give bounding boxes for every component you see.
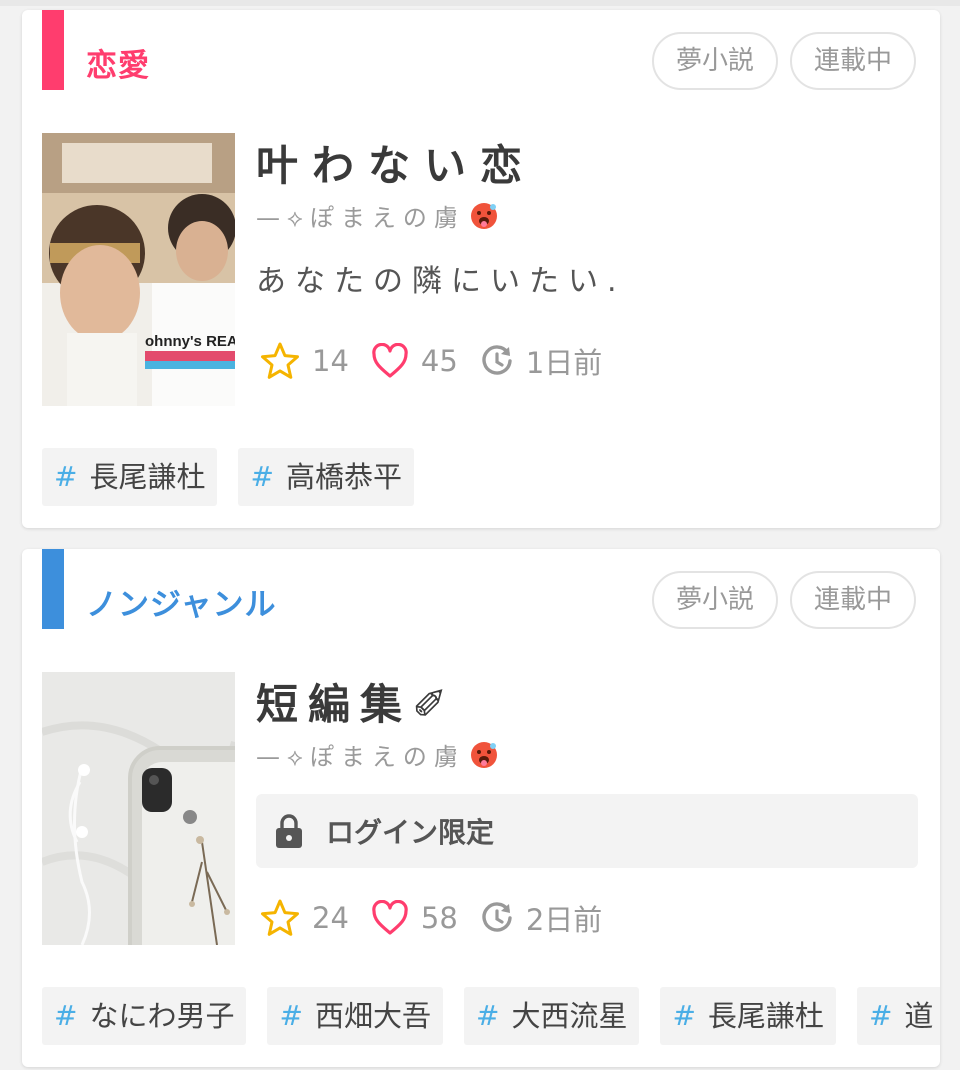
clock-icon (482, 345, 512, 375)
tag-chip[interactable]: # 長尾謙杜 (660, 987, 836, 1045)
genre-accent-bar (42, 549, 64, 629)
tag-chip[interactable]: # 西畑大吾 (267, 987, 443, 1045)
tag-label: 長尾謙杜 (89, 460, 206, 494)
tag-chip[interactable]: # なにわ男子 (42, 987, 247, 1045)
heart-icon (372, 900, 408, 935)
hash-icon: # (672, 999, 696, 1032)
updated-time: 1日前 (525, 346, 603, 380)
tag-chip[interactable]: # 大西流星 (463, 987, 640, 1045)
hash-icon: # (250, 460, 274, 493)
tag-label: 大西流星 (511, 999, 628, 1033)
updated-stat: 1日前 (480, 340, 602, 382)
story-thumbnail[interactable]: ohnny's REAM (42, 133, 235, 406)
hash-icon: # (475, 999, 500, 1032)
hash-icon: # (54, 460, 78, 493)
story-title[interactable]: 短編集✐ (256, 671, 457, 732)
dream-novel-badge[interactable]: 夢小説 (652, 571, 779, 629)
stars-stat[interactable]: 14 (260, 341, 349, 381)
tag-chip[interactable]: # 道 (856, 987, 940, 1045)
likes-count: 58 (420, 901, 458, 935)
lock-icon (276, 814, 302, 848)
stars-stat[interactable]: 24 (260, 898, 349, 938)
story-title[interactable]: 叶わない恋 (256, 132, 536, 193)
author-label: —⟡ぽまえの虜 (256, 204, 465, 232)
author-name[interactable]: —⟡ぽまえの虜 (256, 198, 499, 233)
serial-status-badge[interactable]: 連載中 (790, 32, 917, 90)
author-name[interactable]: —⟡ぽまえの虜 (256, 737, 499, 772)
tag-label: なにわ男子 (89, 999, 235, 1033)
svg-text:ohnny's REAM: ohnny's REAM (145, 333, 235, 350)
stars-count: 24 (312, 901, 349, 935)
dream-novel-badge[interactable]: 夢小説 (652, 32, 779, 90)
updated-time: 2日前 (525, 903, 603, 937)
login-only-notice[interactable]: ログイン限定 (256, 794, 918, 868)
tag-chip[interactable]: # 高橋恭平 (238, 448, 414, 506)
heart-icon (372, 343, 408, 378)
story-stats: 14 45 1日前 (260, 340, 624, 382)
tag-label: 長尾謙杜 (707, 999, 824, 1033)
clock-icon (482, 902, 512, 932)
thumbnail-photo: ohnny's REAM (42, 133, 235, 406)
genre-accent-bar (42, 10, 64, 90)
thumbnail-photo (42, 672, 235, 945)
serial-status-badge[interactable]: 連載中 (790, 571, 917, 629)
tag-label: 西畑大吾 (314, 999, 431, 1033)
hot-face-emoji-icon (470, 202, 497, 229)
likes-stat[interactable]: 45 (371, 343, 458, 379)
updated-stat: 2日前 (480, 897, 602, 939)
likes-stat[interactable]: 58 (371, 900, 458, 936)
story-card[interactable]: ノンジャンル 夢小説 連載中 短編集✐ —⟡ぽまえの虜 ログイン限定 24 58… (22, 549, 940, 1067)
tag-label: 高橋恭平 (285, 460, 402, 494)
top-divider (0, 0, 960, 6)
story-card[interactable]: 恋愛 夢小説 連載中 ohnny's REAM 叶わない恋 —⟡ぽまえの虜 (22, 10, 940, 528)
likes-count: 45 (420, 344, 458, 378)
hash-icon: # (868, 999, 893, 1032)
story-stats: 24 58 2日前 (260, 897, 624, 939)
hash-icon: # (279, 999, 303, 1032)
tag-label: 道 (904, 999, 934, 1033)
genre-label: ノンジャンル (86, 587, 277, 623)
hot-face-emoji-icon (470, 741, 497, 768)
tag-chip[interactable]: # 長尾謙杜 (42, 448, 218, 506)
story-description: あなたの隣にいたい. (256, 264, 626, 299)
author-label: —⟡ぽまえの虜 (256, 743, 465, 771)
star-icon (261, 899, 299, 936)
tag-list: # 長尾謙杜 # 高橋恭平 (42, 448, 435, 506)
stars-count: 14 (312, 344, 349, 378)
star-icon (261, 342, 299, 379)
hash-icon: # (54, 999, 78, 1032)
genre-label: 恋愛 (86, 48, 150, 84)
tag-list: # なにわ男子 # 西畑大吾 # 大西流星 # 長尾謙杜 # 道 (42, 987, 940, 1045)
story-thumbnail[interactable] (42, 672, 235, 945)
login-only-label: ログイン限定 (326, 816, 495, 849)
